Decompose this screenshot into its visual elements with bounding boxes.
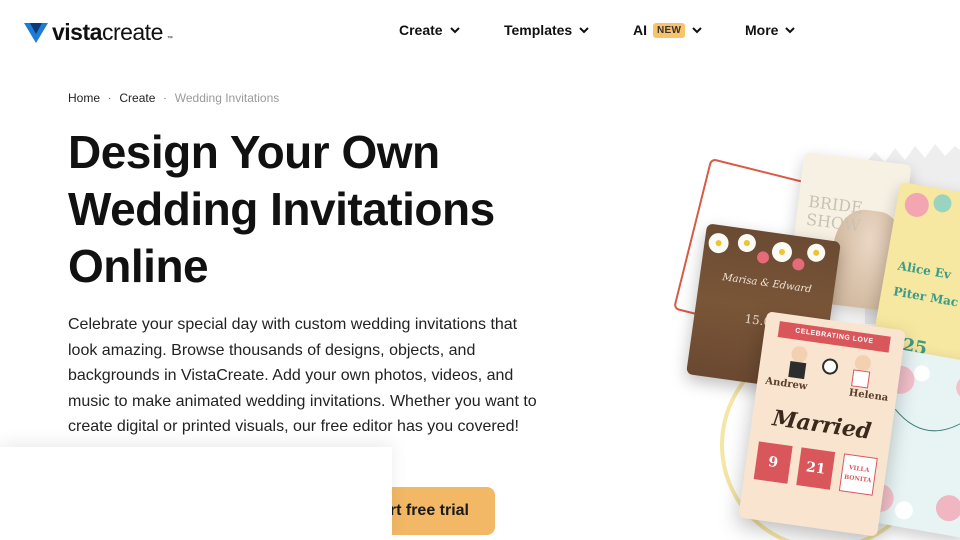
- site-header: vistacreate ™ Create Templates AI NEW Mo…: [0, 0, 960, 64]
- vistacreate-logo[interactable]: vistacreate ™: [24, 19, 173, 46]
- nav-ai[interactable]: AI NEW: [633, 22, 703, 38]
- logo-trademark: ™: [166, 36, 173, 42]
- breadcrumb-separator: ·: [108, 92, 112, 104]
- nav-create-label: Create: [399, 22, 443, 38]
- yellow-card-names: Alice Ev Piter Mac: [892, 258, 960, 310]
- married-card-title: Married: [770, 405, 873, 445]
- venue-block: VILLA BONITA: [838, 453, 878, 496]
- new-badge: NEW: [653, 22, 686, 38]
- married-card-dates: 9 21 VILLA BONITA: [753, 441, 878, 496]
- breadcrumb-create[interactable]: Create: [119, 91, 155, 105]
- nav-more-label: More: [745, 22, 779, 38]
- date-block: 21: [796, 447, 836, 490]
- page-description: Celebrate your special day with custom w…: [68, 316, 537, 436]
- chevron-down-icon: [785, 27, 796, 34]
- breadcrumb-current: Wedding Invitations: [174, 91, 280, 105]
- bottom-overlay-panel: [0, 447, 392, 540]
- nav-templates[interactable]: Templates: [504, 22, 590, 38]
- breadcrumb-home[interactable]: Home: [68, 91, 100, 105]
- wood-card-names: Marisa & Edward: [721, 272, 813, 296]
- nav-create[interactable]: Create: [399, 22, 461, 38]
- logo-wordmark: vistacreate: [52, 19, 163, 45]
- breadcrumb-separator: ·: [163, 92, 167, 104]
- nav-templates-label: Templates: [504, 22, 573, 38]
- married-invitation-card: CELEBRATING LOVE Andrew Helena Married 9…: [738, 311, 906, 537]
- logo-mark-icon: [24, 22, 48, 43]
- date-block: 9: [753, 441, 793, 484]
- page-title: Design Your Own Wedding Invitations Onli…: [68, 126, 495, 292]
- chevron-down-icon: [692, 27, 702, 34]
- chevron-down-icon: [579, 27, 589, 34]
- nav-ai-label: AI: [633, 22, 647, 38]
- wedding-invitation-collage: BRIDE SHOW Alice Ev Piter Mac 25 Marisa &…: [660, 140, 960, 540]
- nav-more[interactable]: More: [745, 22, 796, 38]
- breadcrumb: Home · Create · Wedding Invitations: [68, 91, 279, 105]
- flower-decoration-icon: [904, 192, 952, 217]
- cta-label: rt free trial: [389, 502, 469, 519]
- chevron-down-icon: [449, 27, 460, 34]
